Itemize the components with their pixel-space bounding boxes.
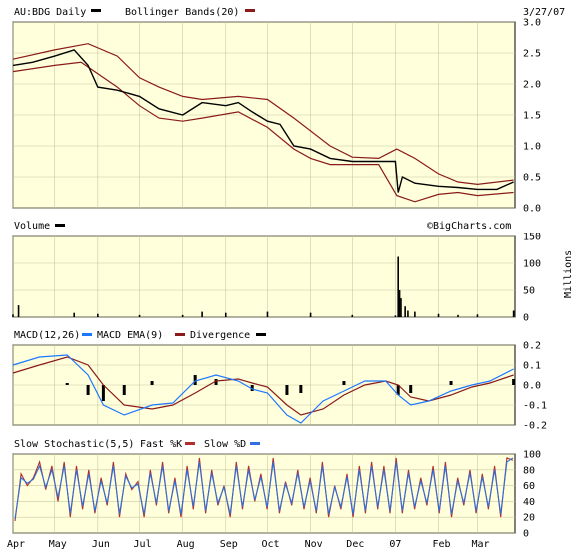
stochastic-title: Slow Stochastic(5,5)	[14, 439, 134, 450]
x-tick-label: Apr	[7, 539, 25, 550]
y-tick-label: 100	[523, 259, 541, 270]
stock-chart: AU:BDG Daily Bollinger Bands(20) 3/27/07…	[0, 0, 579, 553]
x-tick-label: Sep	[220, 539, 238, 550]
fast-k-legend-swatch	[185, 442, 195, 445]
x-tick-label: 07	[389, 539, 401, 550]
y-tick-label: 50	[523, 286, 535, 297]
fast-k-title: Fast %K	[140, 439, 182, 450]
overlay-label: Bollinger Bands(20)	[125, 7, 239, 18]
watermark: ©BigCharts.com	[427, 221, 511, 232]
y-tick-label: 40	[523, 497, 535, 508]
macd-legend-swatch	[82, 333, 92, 336]
y-tick-label: 0.0	[523, 204, 541, 215]
volume-ylabel: Millions	[563, 250, 574, 298]
slow-d-legend-swatch	[250, 442, 260, 445]
divergence-title: Divergence	[190, 330, 250, 341]
volume-legend-swatch	[55, 224, 65, 227]
y-tick-label: 0	[523, 313, 529, 324]
macd-title: MACD(12,26)	[14, 330, 80, 341]
y-tick-label: 0.2	[523, 341, 541, 352]
x-tick-label: Dec	[346, 539, 364, 550]
y-tick-label: 3.0	[523, 18, 541, 29]
bollinger-legend-swatch	[245, 9, 255, 12]
slow-d-title: Slow %D	[204, 439, 246, 450]
macd-ema-title: MACD EMA(9)	[97, 330, 163, 341]
y-tick-label: 80	[523, 465, 535, 476]
y-tick-label: 2.5	[523, 49, 541, 60]
y-tick-label: 100	[523, 450, 541, 461]
volume-title: Volume	[14, 221, 50, 232]
y-tick-label: -0.2	[523, 421, 547, 432]
x-tick-label: Mar	[471, 539, 489, 550]
x-tick-label: Jun	[92, 539, 110, 550]
symbol-label: AU:BDG Daily	[14, 7, 86, 18]
macd-ema-legend-swatch	[175, 333, 185, 336]
x-tick-label: Aug	[177, 539, 195, 550]
chart-date: 3/27/07	[523, 7, 565, 18]
y-tick-label: 0.1	[523, 361, 541, 372]
x-tick-label: Jul	[134, 539, 152, 550]
y-tick-label: 0.0	[523, 381, 541, 392]
y-tick-label: 150	[523, 232, 541, 243]
y-tick-label: 20	[523, 513, 535, 524]
y-tick-label: 2.0	[523, 80, 541, 91]
y-tick-label: 1.0	[523, 142, 541, 153]
y-tick-label: 1.5	[523, 111, 541, 122]
y-tick-label: 0.5	[523, 173, 541, 184]
x-tick-label: May	[49, 539, 67, 550]
y-tick-label: 0	[523, 529, 529, 540]
x-tick-label: Oct	[261, 539, 279, 550]
y-tick-label: -0.1	[523, 401, 547, 412]
divergence-legend-swatch	[256, 333, 266, 336]
chart-root: AU:BDG Daily Bollinger Bands(20) 3/27/07…	[0, 0, 579, 553]
volume-panel	[12, 235, 516, 318]
x-tick-label: Nov	[305, 539, 323, 550]
x-tick-label: Feb	[433, 539, 451, 550]
price-legend-swatch	[91, 9, 101, 12]
y-tick-label: 60	[523, 481, 535, 492]
